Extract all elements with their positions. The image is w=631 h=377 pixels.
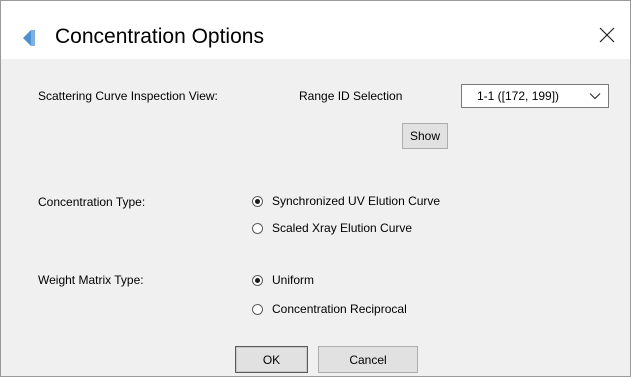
ok-button-label: OK bbox=[262, 352, 281, 367]
inspection-view-label: Scattering Curve Inspection View: bbox=[38, 89, 218, 103]
range-id-selection-label: Range ID Selection bbox=[299, 89, 403, 103]
radio-button-checked[interactable] bbox=[252, 195, 263, 207]
chevron-down-icon bbox=[588, 89, 602, 103]
radio-label: Concentration Reciprocal bbox=[272, 302, 407, 316]
radio-label: Scaled Xray Elution Curve bbox=[272, 221, 413, 235]
concentration-type-label: Concentration Type: bbox=[38, 195, 146, 209]
radio-synchronized-uv[interactable]: Synchronized UV Elution Curve bbox=[252, 194, 440, 208]
concentration-options-dialog: Concentration Options Scattering Curve I… bbox=[0, 0, 631, 377]
title-bar: Concentration Options bbox=[1, 1, 630, 59]
radio-button-checked[interactable] bbox=[252, 274, 263, 286]
radio-button[interactable] bbox=[252, 303, 263, 315]
radio-label: Uniform bbox=[272, 273, 315, 287]
close-button[interactable] bbox=[584, 19, 630, 55]
dialog-title: Concentration Options bbox=[55, 25, 264, 48]
range-id-value: 1-1 ([172, 199]) bbox=[477, 89, 560, 103]
radio-label: Synchronized UV Elution Curve bbox=[272, 194, 441, 208]
radio-scaled-xray[interactable]: Scaled Xray Elution Curve bbox=[252, 221, 412, 235]
show-button-label: Show bbox=[409, 129, 441, 143]
cancel-button-label: Cancel bbox=[349, 352, 387, 367]
ok-button[interactable]: OK bbox=[235, 346, 308, 373]
weight-matrix-type-label: Weight Matrix Type: bbox=[38, 273, 144, 287]
app-icon bbox=[19, 27, 41, 49]
radio-uniform[interactable]: Uniform bbox=[252, 273, 314, 287]
cancel-button[interactable]: Cancel bbox=[318, 346, 418, 373]
show-button[interactable]: Show bbox=[402, 123, 448, 149]
radio-button[interactable] bbox=[252, 222, 263, 234]
range-id-select[interactable]: 1-1 ([172, 199]) bbox=[461, 84, 609, 108]
close-icon bbox=[598, 26, 616, 49]
radio-concentration-reciprocal[interactable]: Concentration Reciprocal bbox=[252, 302, 407, 316]
